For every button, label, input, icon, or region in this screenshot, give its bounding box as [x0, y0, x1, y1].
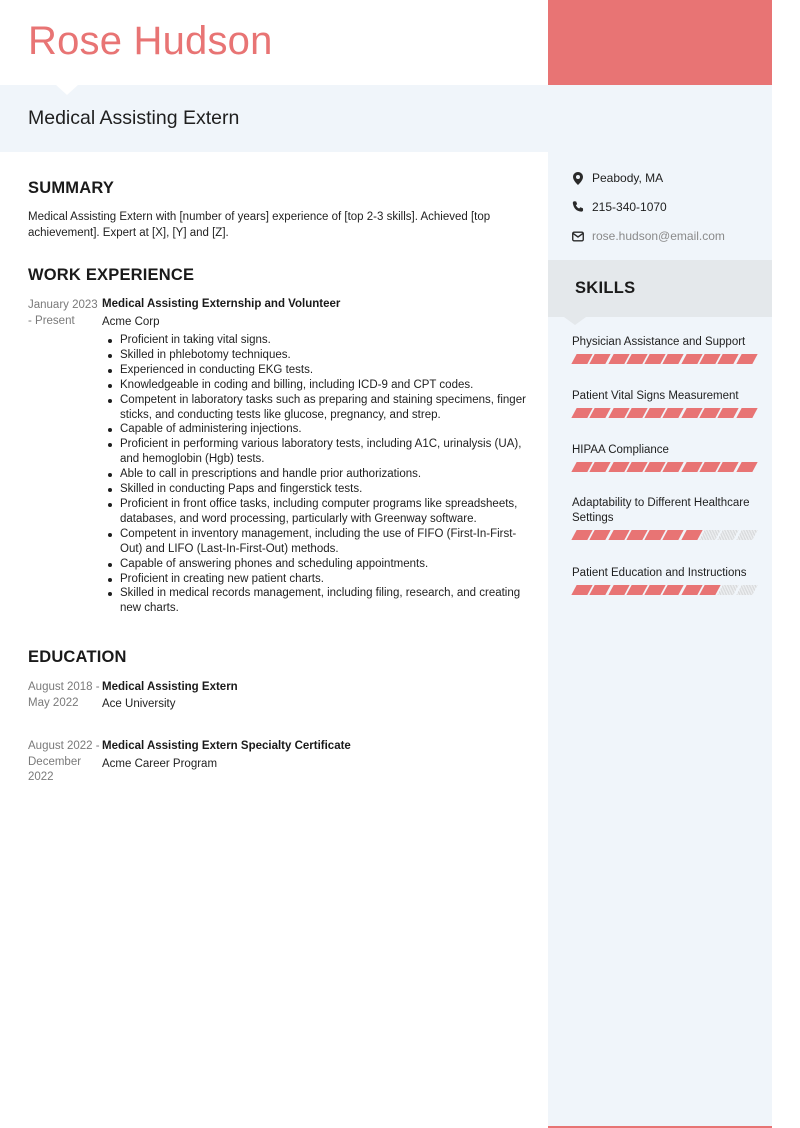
- education-degree: Medical Assisting Extern: [102, 681, 238, 693]
- rating-segment-filled: [736, 462, 758, 472]
- bullet-item: Knowledgeable in coding and billing, inc…: [108, 378, 530, 393]
- skill-item: Adaptability to Different Healthcare Set…: [571, 496, 758, 540]
- education-school: Ace University: [102, 698, 176, 710]
- rating-segment-empty: [736, 585, 758, 595]
- candidate-name: Rose Hudson: [28, 19, 273, 63]
- bullet-item: Competent in laboratory tasks such as pr…: [108, 393, 530, 423]
- skill-item: HIPAA Compliance: [571, 443, 758, 472]
- experience-date: January 2023 - Present: [28, 299, 98, 327]
- rating-segment-empty: [736, 530, 758, 540]
- skill-rating-bar: [571, 462, 758, 472]
- header-accent-block: [548, 0, 772, 85]
- bullet-item: Skilled in conducting Paps and fingersti…: [108, 482, 530, 497]
- skill-item: Patient Education and Instructions: [571, 566, 758, 595]
- education-heading: EDUCATION: [28, 648, 127, 666]
- summary-heading: SUMMARY: [28, 179, 115, 197]
- experience-title: Medical Assisting Externship and Volunte…: [102, 298, 341, 310]
- envelope-icon: [572, 230, 584, 242]
- email-link[interactable]: rose.hudson@email.com: [592, 229, 725, 243]
- rating-segment-filled: [589, 585, 611, 595]
- bullet-item: Proficient in front office tasks, includ…: [108, 497, 530, 527]
- skill-name: HIPAA Compliance: [572, 444, 669, 456]
- rating-segment-filled: [589, 530, 611, 540]
- skill-name: Patient Vital Signs Measurement: [572, 390, 739, 402]
- rating-segment-filled: [736, 408, 758, 418]
- skill-name: Physician Assistance and Support: [572, 336, 746, 348]
- rating-segment-empty: [717, 530, 739, 540]
- bullet-item: Capable of administering injections.: [108, 422, 530, 437]
- skill-rating-bar: [571, 354, 758, 364]
- rating-segment-filled: [736, 354, 758, 364]
- skill-item: Patient Vital Signs Measurement: [571, 389, 758, 418]
- skills-heading: SKILLS: [575, 279, 636, 297]
- bullet-item: Proficient in taking vital signs.: [108, 333, 530, 348]
- summary-text: Medical Assisting Extern with [number of…: [28, 211, 491, 239]
- skill-item: Physician Assistance and Support: [571, 335, 758, 364]
- rating-segment-filled: [717, 462, 739, 472]
- bullet-item: Able to call in prescriptions and handle…: [108, 467, 530, 482]
- rating-segment-filled: [589, 408, 611, 418]
- job-title: Medical Assisting Extern: [28, 107, 240, 129]
- experience-bullets: Proficient in taking vital signs. Skille…: [108, 333, 530, 616]
- bullet-item: Skilled in phlebotomy techniques.: [108, 348, 530, 363]
- rating-segment-empty: [717, 585, 739, 595]
- rating-segment-filled: [717, 408, 739, 418]
- skill-rating-bar: [571, 530, 758, 540]
- experience-company: Acme Corp: [102, 316, 160, 328]
- contact-email: rose.hudson@email.com: [572, 229, 725, 243]
- contact-phone: 215-340-1070: [572, 200, 667, 214]
- name-area: Rose Hudson: [0, 0, 548, 85]
- phone-icon: [572, 201, 584, 213]
- skill-rating-bar: [571, 585, 758, 595]
- bullet-item: Skilled in medical records management, i…: [108, 586, 530, 616]
- skills-header-band: SKILLS: [548, 260, 772, 317]
- education-degree: Medical Assisting Extern Specialty Certi…: [102, 740, 351, 752]
- education-date: August 2018 - May 2022: [28, 681, 100, 709]
- skill-name: Adaptability to Different Healthcare Set…: [572, 497, 750, 524]
- education-school: Acme Career Program: [102, 758, 218, 770]
- location-text: Peabody, MA: [592, 171, 664, 185]
- education-date: August 2022 - December 2022: [28, 740, 100, 783]
- skill-rating-bar: [571, 408, 758, 418]
- bullet-item: Proficient in creating new patient chart…: [108, 572, 530, 587]
- rating-segment-filled: [589, 462, 611, 472]
- rating-segment-filled: [589, 354, 611, 364]
- sidebar: Peabody, MA 215-340-1070 rose.hudson@ema…: [548, 152, 772, 1128]
- work-experience-heading: WORK EXPERIENCE: [28, 266, 195, 284]
- skill-name: Patient Education and Instructions: [572, 567, 747, 579]
- bullet-item: Experienced in conducting EKG tests.: [108, 363, 530, 378]
- bullet-item: Competent in inventory management, inclu…: [108, 527, 530, 557]
- map-pin-icon: [572, 171, 584, 185]
- phone-text[interactable]: 215-340-1070: [592, 200, 667, 214]
- bullet-item: Capable of answering phones and scheduli…: [108, 557, 530, 572]
- contact-location: Peabody, MA: [572, 171, 663, 185]
- skills-arrow-decoration: [564, 317, 586, 325]
- title-arrow-decoration: [56, 85, 78, 95]
- bullet-item: Proficient in performing various laborat…: [108, 437, 530, 467]
- rating-segment-filled: [717, 354, 739, 364]
